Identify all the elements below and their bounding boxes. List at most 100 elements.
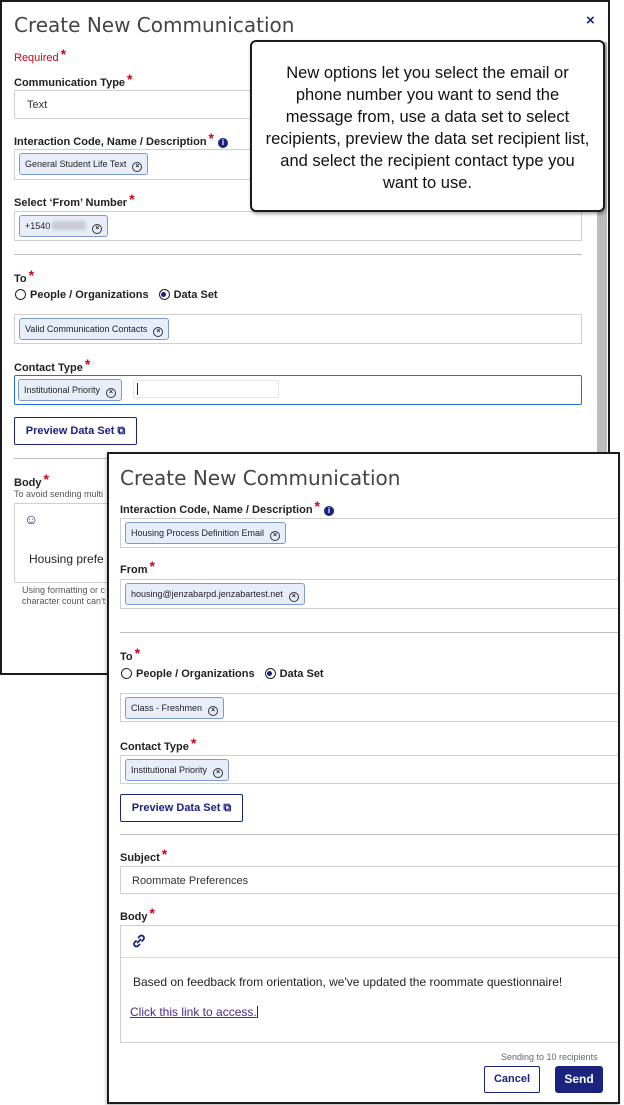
- chip-label: +1540: [25, 221, 51, 231]
- subject-value: Roommate Preferences: [132, 875, 249, 887]
- chip-label: General Student Life Text: [25, 159, 127, 169]
- annotation-callout: New options let you select the email or …: [250, 40, 605, 212]
- from-number-label: Select ‘From’ Number *: [14, 191, 135, 209]
- interaction-code-label: Interaction Code, Name / Description * i: [120, 498, 334, 516]
- data-set-field[interactable]: Valid Communication Contacts ×: [14, 314, 582, 344]
- required-asterisk: *: [60, 46, 67, 62]
- body-link-text[interactable]: Click this link to access.: [130, 1005, 257, 1019]
- chip-label: Institutional Priority: [24, 385, 101, 395]
- chip-label: Institutional Priority: [131, 765, 208, 775]
- required-asterisk: *: [161, 846, 168, 862]
- subject-label: Subject *: [120, 846, 168, 864]
- body-link[interactable]: Click this link to access.: [130, 1005, 258, 1019]
- body-hint: To avoid sending multi: [14, 489, 104, 499]
- contact-type-label: Contact Type *: [14, 356, 91, 374]
- body-footer-line2: character count can't: [22, 596, 106, 606]
- body-label: Body *: [120, 905, 155, 923]
- external-link-icon: ⧉: [117, 425, 126, 437]
- required-asterisk: *: [129, 191, 135, 207]
- required-asterisk: *: [28, 267, 35, 283]
- interaction-code-label-text: Interaction Code, Name / Description: [120, 504, 313, 516]
- info-icon[interactable]: i: [218, 138, 228, 148]
- data-set-chip: Class - Freshmen ×: [125, 697, 225, 719]
- required-asterisk: *: [149, 558, 155, 574]
- section-divider: [120, 632, 618, 633]
- data-set-field[interactable]: Class - Freshmen ×: [120, 693, 618, 722]
- interaction-code-label-text: Interaction Code, Name / Description: [14, 136, 207, 148]
- link-icon[interactable]: [131, 933, 147, 952]
- communication-type-label-text: Communication Type: [14, 77, 126, 89]
- to-label: To *: [120, 645, 140, 663]
- remove-chip-icon[interactable]: ×: [153, 327, 164, 337]
- button-label: Preview Data Set: [131, 802, 221, 814]
- from-email-field[interactable]: housing@jenzabarpd.jenzabartest.net ×: [120, 579, 618, 609]
- body-text: Housing prefe: [29, 552, 104, 566]
- required-asterisk: *: [43, 471, 49, 487]
- send-button[interactable]: Send: [555, 1066, 603, 1093]
- from-number-label-text: Select ‘From’ Number: [14, 197, 128, 209]
- required-asterisk: *: [84, 356, 91, 372]
- chip-label: Valid Communication Contacts: [25, 324, 148, 334]
- info-icon[interactable]: i: [324, 506, 334, 516]
- subject-input[interactable]: Roommate Preferences: [120, 866, 618, 894]
- remove-chip-icon[interactable]: ×: [288, 592, 299, 602]
- chip-label: Housing Process Definition Email: [131, 528, 265, 538]
- contact-type-search-input[interactable]: [133, 380, 279, 398]
- remove-chip-icon[interactable]: ×: [132, 162, 143, 172]
- button-label: Preview Data Set: [25, 425, 115, 437]
- close-icon[interactable]: ×: [586, 12, 595, 29]
- radio-people-organizations[interactable]: People / Organizations: [15, 289, 149, 301]
- remove-chip-icon[interactable]: ×: [270, 531, 281, 541]
- communication-type-label: Communication Type *: [14, 71, 132, 89]
- interaction-code-field[interactable]: General Student Life Text ×: [14, 149, 254, 180]
- required-note: Required *: [14, 46, 67, 64]
- interaction-code-chip: General Student Life Text ×: [19, 153, 149, 175]
- contact-type-field[interactable]: Institutional Priority ×: [120, 755, 618, 784]
- required-label: Required: [14, 52, 59, 64]
- radio-unchecked-icon: [15, 289, 26, 300]
- radio-people-organizations[interactable]: People / Organizations: [121, 668, 255, 680]
- editor-toolbar: [121, 926, 618, 958]
- radio-label: Data Set: [173, 289, 218, 301]
- to-radio-group: People / Organizations Data Set: [121, 668, 324, 680]
- from-number-field[interactable]: +1540 ×: [14, 211, 582, 241]
- body-footer-line1: Using formatting or c: [22, 585, 106, 595]
- from-label: From *: [120, 558, 155, 576]
- required-asterisk: *: [190, 735, 197, 751]
- required-asterisk: *: [314, 498, 320, 514]
- section-divider: [120, 834, 618, 835]
- contact-type-label: Contact Type *: [120, 735, 197, 753]
- external-link-icon: ⧉: [223, 802, 232, 814]
- radio-data-set[interactable]: Data Set: [264, 668, 324, 680]
- radio-checked-icon: [158, 289, 170, 300]
- contact-type-field[interactable]: Institutional Priority ×: [14, 375, 582, 405]
- to-label-text: To: [120, 651, 133, 663]
- radio-checked-icon: [264, 668, 276, 679]
- preview-data-set-button[interactable]: Preview Data Set ⧉: [120, 794, 243, 822]
- remove-chip-icon[interactable]: ×: [92, 224, 103, 234]
- emoji-icon[interactable]: ☺: [24, 511, 38, 527]
- remove-chip-icon[interactable]: ×: [208, 706, 219, 716]
- remove-chip-icon[interactable]: ×: [106, 388, 117, 398]
- body-label: Body *: [14, 471, 49, 489]
- contact-type-chip: Institutional Priority ×: [125, 759, 230, 781]
- to-label: To *: [14, 267, 35, 285]
- chip-label: Class - Freshmen: [131, 703, 203, 713]
- contact-type-chip: Institutional Priority ×: [18, 379, 123, 401]
- callout-text: New options let you select the email or …: [265, 64, 590, 192]
- body-editor[interactable]: Based on feedback from orientation, we'v…: [120, 925, 618, 1043]
- communication-type-value: Text: [27, 99, 48, 111]
- interaction-code-chip: Housing Process Definition Email ×: [125, 522, 287, 544]
- required-asterisk: *: [149, 905, 155, 921]
- cancel-button[interactable]: Cancel: [484, 1066, 540, 1093]
- communication-type-select[interactable]: Text: [14, 90, 254, 119]
- contact-type-label-text: Contact Type: [14, 362, 83, 374]
- body-editor[interactable]: ☺ Housing prefe: [14, 503, 114, 583]
- body-text: Based on feedback from orientation, we'v…: [133, 975, 563, 989]
- text-caret: [137, 383, 138, 395]
- remove-chip-icon[interactable]: ×: [213, 768, 224, 778]
- communication-dialog-email: Create New Communication Interaction Cod…: [107, 452, 620, 1104]
- radio-data-set[interactable]: Data Set: [158, 289, 218, 301]
- preview-data-set-button[interactable]: Preview Data Set ⧉: [14, 417, 137, 445]
- interaction-code-field[interactable]: Housing Process Definition Email ×: [120, 518, 618, 548]
